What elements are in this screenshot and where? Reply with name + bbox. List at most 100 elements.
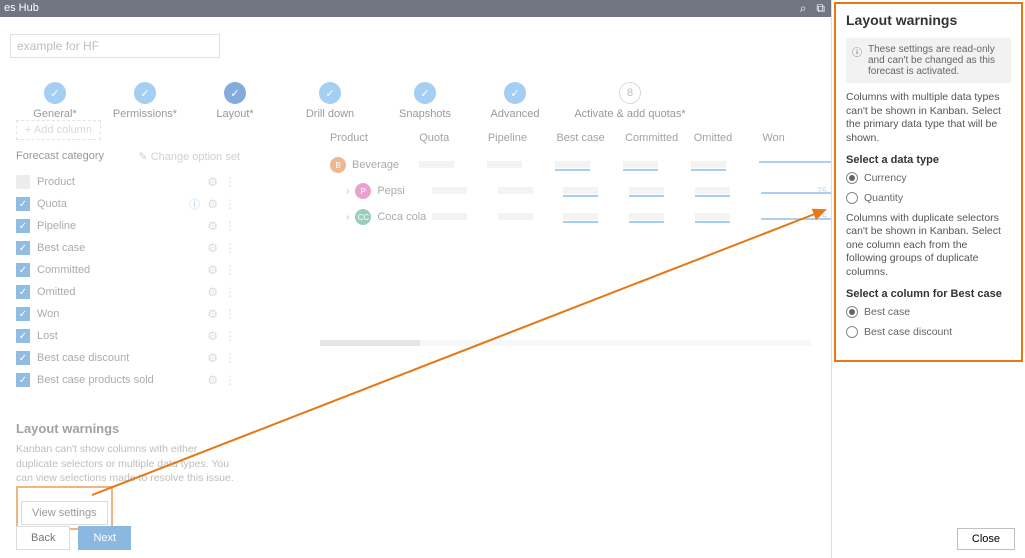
category-label: Committed xyxy=(37,264,90,276)
horizontal-scrollbar[interactable] xyxy=(320,340,811,346)
table-row[interactable]: › P Pepsi 75 xyxy=(310,178,831,204)
forecast-category-item[interactable]: ✓Best case⚙⋮ xyxy=(16,237,240,259)
step-general[interactable]: ✓ xyxy=(44,82,66,104)
checkbox-icon[interactable]: ✓ xyxy=(16,285,30,299)
forecast-category-item[interactable]: ✓ Won ⚙ ⋮ xyxy=(16,303,240,325)
back-button[interactable]: Back xyxy=(16,526,70,550)
gear-icon[interactable]: ⚙ xyxy=(207,307,218,321)
more-icon[interactable]: ⋮ xyxy=(224,219,236,233)
won-cell: 75 xyxy=(761,212,831,222)
radio-bestcase-discount[interactable] xyxy=(846,326,858,338)
checkbox-icon[interactable]: ✓ xyxy=(16,307,30,321)
avatar: P xyxy=(355,183,371,199)
product-name: Coca cola xyxy=(377,211,426,223)
product-name: Pepsi xyxy=(377,185,405,197)
chevron-right-icon[interactable]: › xyxy=(346,212,349,223)
table-row[interactable]: ›CCCoca cola75 xyxy=(310,204,831,230)
step-drilldown[interactable]: ✓ xyxy=(319,82,341,104)
forecast-category-item[interactable]: ✓ Committed ⚙ ⋮ xyxy=(16,259,240,281)
gear-icon[interactable]: ⚙ xyxy=(207,241,218,255)
more-icon[interactable]: ⋮ xyxy=(224,175,236,189)
assist-icon[interactable]: ⧉ xyxy=(816,0,825,17)
column-header: Product xyxy=(310,132,419,144)
forecast-category-item[interactable]: ✓ Omitted ⚙ ⋮ xyxy=(16,281,240,303)
select-data-type-label: Select a data type xyxy=(846,154,1011,166)
view-settings-button[interactable]: View settings xyxy=(21,501,108,525)
checkbox-icon[interactable]: ✓ xyxy=(16,197,30,211)
more-icon[interactable]: ⋮ xyxy=(224,263,236,277)
top-app-bar: es Hub ⌕ ⧉ xyxy=(0,0,831,17)
checkbox-icon[interactable]: ✓ xyxy=(16,219,30,233)
forecast-category-item[interactable]: ✓Best case products sold⚙⋮ xyxy=(16,369,240,391)
more-icon[interactable]: ⋮ xyxy=(224,329,236,343)
step-layout[interactable]: ✓ xyxy=(224,82,246,104)
column-header: Quota xyxy=(419,132,488,144)
step-activate[interactable]: 8 xyxy=(619,82,641,104)
radio-quantity[interactable] xyxy=(846,192,858,204)
gear-icon[interactable]: ⚙ xyxy=(207,373,218,387)
column-header: Committed xyxy=(625,132,694,144)
gear-icon[interactable]: ⚙ xyxy=(207,351,218,365)
placeholder-bar xyxy=(555,161,590,168)
placeholder-bar xyxy=(695,213,730,220)
more-icon[interactable]: ⋮ xyxy=(224,307,236,321)
select-bestcase-label: Select a column for Best case xyxy=(846,288,1011,300)
table-row[interactable]: BBeverage xyxy=(310,152,831,178)
panel-desc-1: Columns with multiple data types can't b… xyxy=(846,91,1011,146)
checkbox-icon[interactable] xyxy=(16,175,30,189)
column-header: Won xyxy=(762,132,831,144)
step-permissions[interactable]: ✓ xyxy=(134,82,156,104)
placeholder-bar xyxy=(419,161,454,168)
radio-bestcase[interactable] xyxy=(846,306,858,318)
change-option-set-link[interactable]: ✎ Change option set xyxy=(138,150,240,163)
more-icon[interactable]: ⋮ xyxy=(224,351,236,365)
checkbox-icon[interactable]: ✓ xyxy=(16,373,30,387)
forecast-category-item[interactable]: ✓Lost⚙⋮ xyxy=(16,325,240,347)
forecast-category-item[interactable]: ✓Pipeline⚙⋮ xyxy=(16,215,240,237)
more-icon[interactable]: ⋮ xyxy=(224,285,236,299)
gear-icon[interactable]: ⚙ xyxy=(207,285,218,299)
info-icon[interactable]: ⓘ xyxy=(189,196,200,212)
forecast-category-item[interactable]: ✓ Best case discount ⚙ ⋮ xyxy=(16,347,240,369)
placeholder-bar xyxy=(629,213,664,220)
forecast-category-item[interactable]: Product⚙⋮ xyxy=(16,171,240,193)
placeholder-bar xyxy=(563,213,598,220)
checkbox-icon[interactable]: ✓ xyxy=(16,351,30,365)
gear-icon[interactable]: ⚙ xyxy=(207,329,218,343)
column-header: Best case xyxy=(556,132,625,144)
placeholder-bar xyxy=(695,187,730,194)
won-cell: 75 xyxy=(761,186,831,196)
chevron-right-icon[interactable]: › xyxy=(346,186,349,197)
radio-currency[interactable] xyxy=(846,172,858,184)
add-column-button[interactable]: + Add column xyxy=(16,120,101,140)
placeholder-bar xyxy=(487,161,522,168)
next-button[interactable]: Next xyxy=(78,526,131,550)
category-label: Quota xyxy=(37,198,67,210)
gear-icon[interactable]: ⚙ xyxy=(207,219,218,233)
category-label: Won xyxy=(37,308,59,320)
panel-desc-2: Columns with duplicate selectors can't b… xyxy=(846,212,1011,280)
more-icon[interactable]: ⋮ xyxy=(224,241,236,255)
more-icon[interactable]: ⋮ xyxy=(224,373,236,387)
layout-warnings-panel: Layout warnings ⓘThese settings are read… xyxy=(831,0,1025,558)
more-icon[interactable]: ⋮ xyxy=(224,197,236,211)
placeholder-bar xyxy=(432,187,467,194)
checkbox-icon[interactable]: ✓ xyxy=(16,263,30,277)
step-advanced[interactable]: ✓ xyxy=(504,82,526,104)
product-name: Beverage xyxy=(352,159,399,171)
placeholder-bar xyxy=(629,187,664,194)
category-label: Omitted xyxy=(37,286,76,298)
gear-icon[interactable]: ⚙ xyxy=(207,197,218,211)
readonly-note: ⓘThese settings are read-only and can't … xyxy=(846,38,1011,83)
gear-icon[interactable]: ⚙ xyxy=(207,263,218,277)
forecast-name-input[interactable] xyxy=(10,34,220,58)
close-button[interactable]: Close xyxy=(957,528,1015,550)
checkbox-icon[interactable]: ✓ xyxy=(16,329,30,343)
app-title: es Hub xyxy=(4,2,39,14)
forecast-category-item[interactable]: ✓ Quota ⓘ ⚙ ⋮ xyxy=(16,193,240,215)
step-snapshots[interactable]: ✓ xyxy=(414,82,436,104)
checkbox-icon[interactable]: ✓ xyxy=(16,241,30,255)
gear-icon[interactable]: ⚙ xyxy=(207,175,218,189)
category-label: Best case discount xyxy=(37,352,129,364)
search-icon[interactable]: ⌕ xyxy=(800,0,807,17)
